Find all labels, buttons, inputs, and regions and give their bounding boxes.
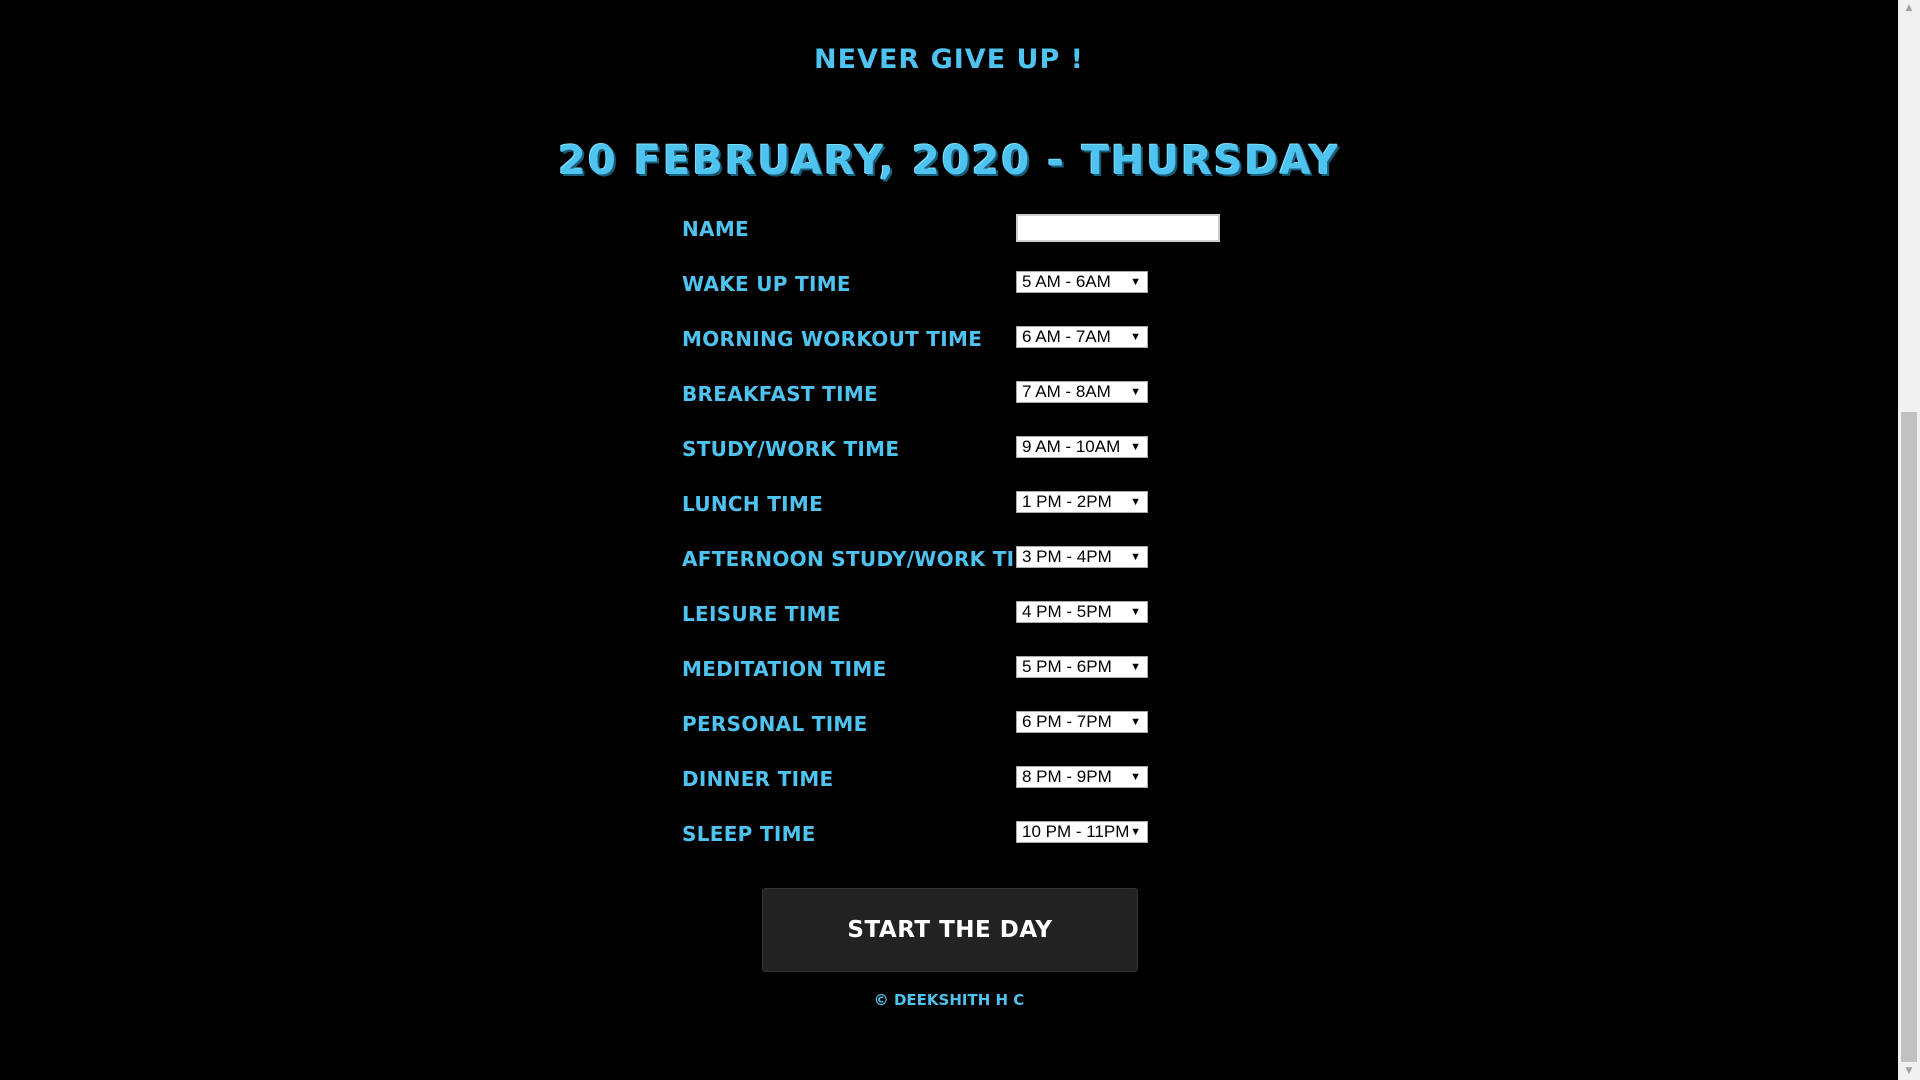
form-row: WAKE UP TIME 5 AM - 6AM ▼ [682, 265, 1242, 320]
chevron-down-icon: ▼ [1130, 331, 1141, 343]
chevron-down-icon: ▼ [1130, 386, 1141, 398]
form-row: MEDITATION TIME 5 PM - 6PM ▼ [682, 650, 1242, 705]
scroll-down-icon[interactable]: ▼ [1898, 1063, 1920, 1080]
dinner-time-select[interactable]: 8 PM - 9PM ▼ [1016, 766, 1148, 788]
breakfast-time-select[interactable]: 7 AM - 8AM ▼ [1016, 381, 1148, 403]
select-value: 6 AM - 7AM [1022, 327, 1111, 346]
form-row: PERSONAL TIME 6 PM - 7PM ▼ [682, 705, 1242, 760]
meditation-time-select[interactable]: 5 PM - 6PM ▼ [1016, 656, 1148, 678]
leisure-time-select[interactable]: 4 PM - 5PM ▼ [1016, 601, 1148, 623]
form-row: BREAKFAST TIME 7 AM - 8AM ▼ [682, 375, 1242, 430]
dinner-time-label: DINNER TIME [682, 767, 834, 791]
morning-workout-time-label: MORNING WORKOUT TIME [682, 327, 983, 351]
afternoon-study-work-time-select[interactable]: 3 PM - 4PM ▼ [1016, 546, 1148, 568]
lunch-time-select[interactable]: 1 PM - 2PM ▼ [1016, 491, 1148, 513]
chevron-down-icon: ▼ [1130, 771, 1141, 783]
afternoon-study-work-time-label: AFTERNOON STUDY/WORK TIME [682, 547, 1049, 571]
tagline: NEVER GIVE UP ! [814, 44, 1084, 75]
form-row-name: NAME [682, 210, 1242, 265]
sleep-time-select[interactable]: 10 PM - 11PM ▼ [1016, 821, 1148, 843]
scroll-up-icon[interactable]: ▲ [1898, 0, 1920, 17]
chevron-down-icon: ▼ [1130, 276, 1141, 288]
name-input[interactable] [1016, 214, 1220, 242]
personal-time-label: PERSONAL TIME [682, 712, 868, 736]
form-row: SLEEP TIME 10 PM - 11PM ▼ [682, 815, 1242, 870]
form-row: MORNING WORKOUT TIME 6 AM - 7AM ▼ [682, 320, 1242, 375]
meditation-time-label: MEDITATION TIME [682, 657, 887, 681]
chevron-down-icon: ▼ [1130, 496, 1141, 508]
leisure-time-label: LEISURE TIME [682, 602, 841, 626]
chevron-down-icon: ▼ [1130, 716, 1141, 728]
select-value: 5 PM - 6PM [1022, 657, 1112, 676]
form-row: LEISURE TIME 4 PM - 5PM ▼ [682, 595, 1242, 650]
scroll-thumb[interactable] [1901, 412, 1917, 1062]
schedule-form: NAME WAKE UP TIME 5 AM - 6AM ▼ MORNING WO… [682, 210, 1242, 870]
select-value: 9 AM - 10AM [1022, 437, 1121, 456]
page: NEVER GIVE UP ! 20 FEBRUARY, 2020 - THUR… [0, 0, 1898, 1080]
study-work-time-label: STUDY/WORK TIME [682, 437, 900, 461]
form-row: STUDY/WORK TIME 9 AM - 10AM ▼ [682, 430, 1242, 485]
breakfast-time-label: BREAKFAST TIME [682, 382, 878, 406]
form-row: AFTERNOON STUDY/WORK TIME 3 PM - 4PM ▼ [682, 540, 1242, 595]
select-value: 5 AM - 6AM [1022, 272, 1111, 291]
chevron-down-icon: ▼ [1130, 551, 1141, 563]
select-value: 6 PM - 7PM [1022, 712, 1112, 731]
select-value: 4 PM - 5PM [1022, 602, 1112, 621]
chevron-down-icon: ▼ [1130, 661, 1141, 673]
start-the-day-button[interactable]: START THE DAY [762, 888, 1138, 972]
select-value: 10 PM - 11PM [1022, 822, 1130, 841]
footer-credit: © DEEKSHITH H C [873, 991, 1025, 1009]
chevron-down-icon: ▼ [1130, 826, 1141, 838]
select-value: 8 PM - 9PM [1022, 767, 1112, 786]
study-work-time-select[interactable]: 9 AM - 10AM ▼ [1016, 436, 1148, 458]
name-label: NAME [682, 217, 749, 241]
select-value: 3 PM - 4PM [1022, 547, 1112, 566]
chevron-down-icon: ▼ [1130, 606, 1141, 618]
form-row: DINNER TIME 8 PM - 9PM ▼ [682, 760, 1242, 815]
select-value: 7 AM - 8AM [1022, 382, 1111, 401]
wake-up-time-label: WAKE UP TIME [682, 272, 851, 296]
sleep-time-label: SLEEP TIME [682, 822, 816, 846]
personal-time-select[interactable]: 6 PM - 7PM ▼ [1016, 711, 1148, 733]
vertical-scrollbar[interactable]: ▲ ▼ [1898, 0, 1920, 1080]
date-title: 20 FEBRUARY, 2020 - THURSDAY [558, 138, 1340, 184]
morning-workout-time-select[interactable]: 6 AM - 7AM ▼ [1016, 326, 1148, 348]
lunch-time-label: LUNCH TIME [682, 492, 824, 516]
wake-up-time-select[interactable]: 5 AM - 6AM ▼ [1016, 271, 1148, 293]
form-row: LUNCH TIME 1 PM - 2PM ▼ [682, 485, 1242, 540]
select-value: 1 PM - 2PM [1022, 492, 1112, 511]
chevron-down-icon: ▼ [1130, 441, 1141, 453]
